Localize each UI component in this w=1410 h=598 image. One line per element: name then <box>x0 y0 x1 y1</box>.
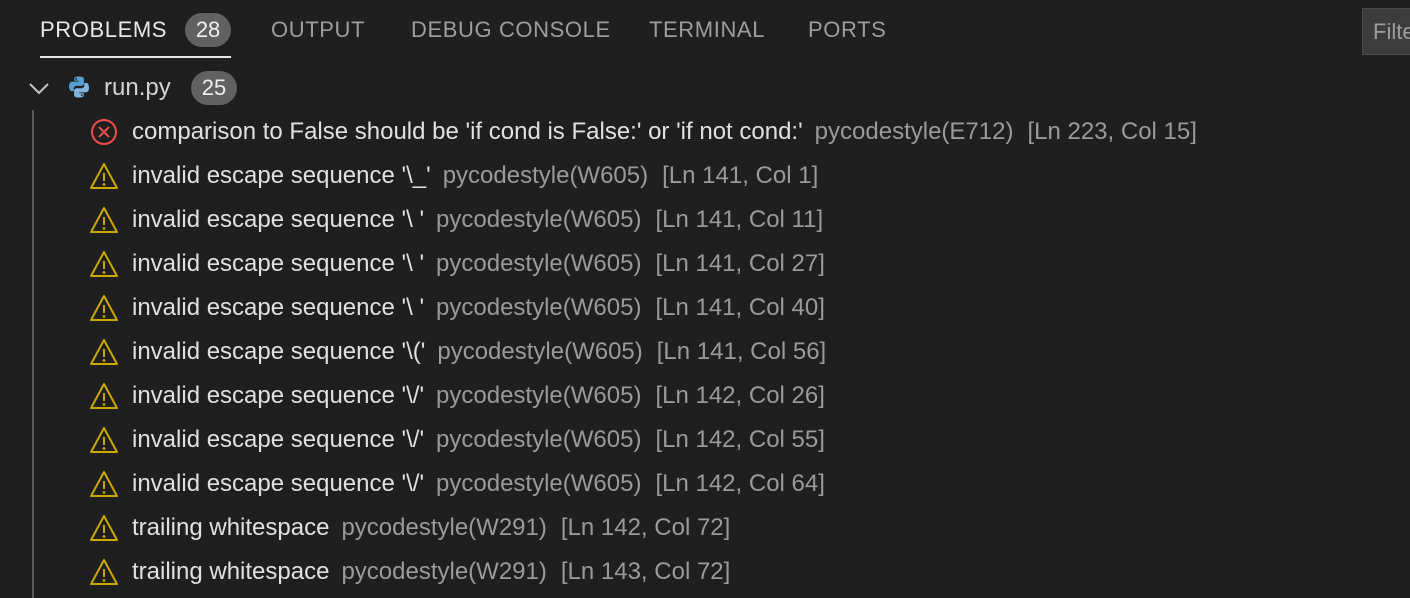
problem-item[interactable]: invalid escape sequence '\ ' pycodestyle(… <box>88 198 1197 242</box>
problem-item[interactable]: invalid escape sequence '\/' pycodestyle(… <box>88 462 1197 506</box>
problem-message: invalid escape sequence '\ ' <box>132 206 425 233</box>
problem-source: pycodestyle(W605) <box>437 338 643 365</box>
problem-source: pycodestyle(W605) <box>436 382 642 409</box>
problem-item[interactable]: invalid escape sequence '\(' pycodestyle(… <box>88 330 1197 374</box>
warning-triangle-icon <box>88 512 120 544</box>
warning-triangle-icon <box>88 424 120 456</box>
problem-location: [Ln 143, Col 72] <box>560 558 731 585</box>
problem-location: [Ln 141, Col 27] <box>655 250 825 277</box>
tab-output[interactable]: OUTPUT <box>271 0 365 60</box>
active-tab-indicator <box>40 56 232 58</box>
warning-triangle-icon <box>88 160 120 192</box>
problem-message: invalid escape sequence '\ ' <box>132 250 425 277</box>
tab-ports[interactable]: PORTS <box>808 0 886 60</box>
problem-item[interactable]: comparison to False should be 'if cond i… <box>88 110 1197 154</box>
problem-message: trailing whitespace <box>132 558 330 585</box>
problem-location: [Ln 142, Col 64] <box>655 470 825 497</box>
tab-debug-console[interactable]: DEBUG CONSOLE <box>411 0 611 60</box>
warning-triangle-icon <box>88 468 120 500</box>
tree-indent-guide <box>32 110 34 598</box>
problem-message: invalid escape sequence '\/' <box>132 426 425 453</box>
problem-message: invalid escape sequence '\_' <box>132 162 431 189</box>
chevron-down-icon[interactable] <box>28 78 50 103</box>
error-circle-icon <box>88 116 120 148</box>
problem-message: comparison to False should be 'if cond i… <box>132 118 803 145</box>
problem-location: [Ln 141, Col 11] <box>655 206 824 233</box>
panel-tab-bar: PROBLEMS 28 OUTPUT DEBUG CONSOLE TERMINA… <box>0 0 1410 60</box>
problem-source: pycodestyle(W605) <box>442 162 649 189</box>
problem-message: invalid escape sequence '\/' <box>132 470 425 497</box>
tab-problems[interactable]: PROBLEMS 28 <box>40 0 232 60</box>
problem-message: trailing whitespace <box>132 514 330 541</box>
problem-location: [Ln 141, Col 56] <box>656 338 827 365</box>
filter-input[interactable]: Filte <box>1362 8 1410 55</box>
tab-terminal[interactable]: TERMINAL <box>649 0 765 60</box>
problem-source: pycodestyle(W291) <box>341 558 547 585</box>
problem-source: pycodestyle(W605) <box>436 294 642 321</box>
problem-location: [Ln 142, Col 72] <box>560 514 731 541</box>
problem-source: pycodestyle(W291) <box>341 514 547 541</box>
problem-location: [Ln 141, Col 1] <box>662 162 819 189</box>
problem-message: invalid escape sequence '\/' <box>132 382 425 409</box>
problem-item[interactable]: invalid escape sequence '\ ' pycodestyle(… <box>88 242 1197 286</box>
problem-location: [Ln 141, Col 40] <box>655 294 825 321</box>
tab-ports-label: PORTS <box>808 17 887 42</box>
file-problem-count-badge: 25 <box>191 71 237 105</box>
problem-location: [Ln 223, Col 15] <box>1027 118 1197 145</box>
warning-triangle-icon <box>88 380 120 412</box>
problem-item[interactable]: invalid escape sequence '\/' pycodestyle(… <box>88 374 1197 418</box>
warning-triangle-icon <box>88 556 120 588</box>
problem-source: pycodestyle(E712) <box>814 118 1014 145</box>
file-name: run.py <box>104 74 171 101</box>
problem-item[interactable]: invalid escape sequence '\/' pycodestyle(… <box>88 418 1197 462</box>
python-icon <box>67 75 91 104</box>
problem-source: pycodestyle(W605) <box>436 206 642 233</box>
problem-location: [Ln 142, Col 26] <box>655 382 825 409</box>
problem-item[interactable]: invalid escape sequence '\_' pycodestyle(… <box>88 154 1197 198</box>
tab-debug-console-label: DEBUG CONSOLE <box>411 17 611 42</box>
file-tree-row-run-py[interactable]: run.py 25 <box>0 66 1410 110</box>
tab-output-label: OUTPUT <box>271 17 366 42</box>
problem-message: invalid escape sequence '\(' <box>132 338 426 365</box>
problem-item[interactable]: invalid escape sequence '\ ' pycodestyle(… <box>88 286 1197 330</box>
problem-source: pycodestyle(W605) <box>436 426 642 453</box>
problem-item[interactable]: trailing whitespace pycodestyle(W291) [Ln … <box>88 506 1197 550</box>
problem-source: pycodestyle(W605) <box>436 250 642 277</box>
problem-item[interactable]: trailing whitespace pycodestyle(W291) [Ln … <box>88 550 1197 594</box>
problem-message: invalid escape sequence '\ ' <box>132 294 425 321</box>
problems-count-badge: 28 <box>185 13 232 47</box>
problem-source: pycodestyle(W605) <box>436 470 642 497</box>
tab-problems-label: PROBLEMS <box>40 17 168 42</box>
problem-location: [Ln 142, Col 55] <box>655 426 825 453</box>
filter-input-text: Filte <box>1373 18 1410 44</box>
warning-triangle-icon <box>88 204 120 236</box>
warning-triangle-icon <box>88 336 120 368</box>
warning-triangle-icon <box>88 248 120 280</box>
tab-terminal-label: TERMINAL <box>649 17 766 42</box>
problem-list: comparison to False should be 'if cond i… <box>88 110 1197 594</box>
warning-triangle-icon <box>88 292 120 324</box>
